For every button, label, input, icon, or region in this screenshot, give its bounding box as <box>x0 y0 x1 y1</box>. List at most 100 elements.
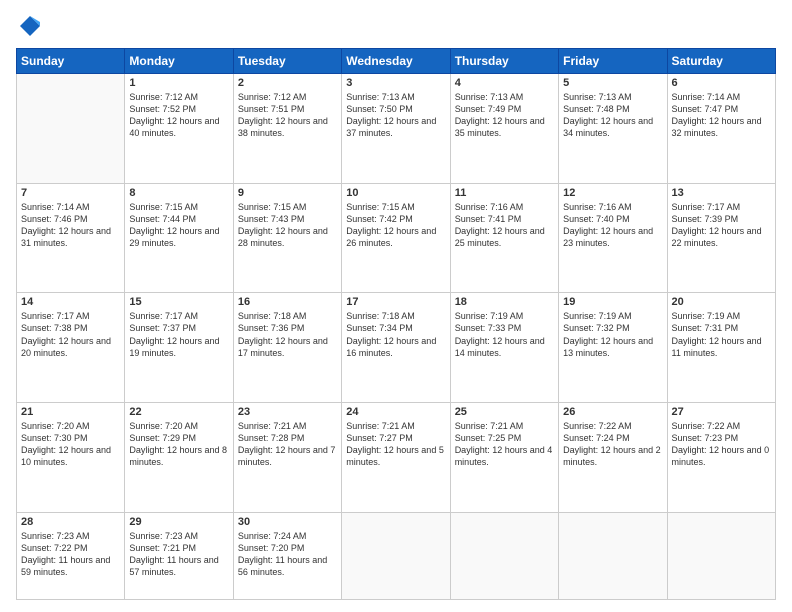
day-number: 18 <box>455 296 554 308</box>
weekday-header-saturday: Saturday <box>667 49 775 74</box>
day-info: Sunrise: 7:18 AMSunset: 7:34 PMDaylight:… <box>346 310 445 359</box>
calendar-cell: 23Sunrise: 7:21 AMSunset: 7:28 PMDayligh… <box>233 403 341 513</box>
day-number: 15 <box>129 296 228 308</box>
weekday-header-wednesday: Wednesday <box>342 49 450 74</box>
day-info: Sunrise: 7:24 AMSunset: 7:20 PMDaylight:… <box>238 530 337 579</box>
day-number: 11 <box>455 187 554 199</box>
calendar-cell: 18 Sunrise: 7:19 AMSunset: 7:33 PMDayligh… <box>450 293 558 403</box>
weekday-header-row: SundayMondayTuesdayWednesdayThursdayFrid… <box>17 49 776 74</box>
day-number: 13 <box>672 187 771 199</box>
day-info: Sunrise: 7:18 AMSunset: 7:36 PMDaylight:… <box>238 310 337 359</box>
day-info: Sunrise: 7:13 AMSunset: 7:50 PMDaylight:… <box>346 91 445 140</box>
day-number: 26 <box>563 406 662 418</box>
day-info: Sunrise: 7:12 AMSunset: 7:52 PMDaylight:… <box>129 91 228 140</box>
day-number: 1 <box>129 77 228 89</box>
calendar-cell: 29 Sunrise: 7:23 AMSunset: 7:21 PMDayligh… <box>125 512 233 599</box>
calendar-cell: 9 Sunrise: 7:15 AMSunset: 7:43 PMDaylight… <box>233 183 341 293</box>
day-info: Sunrise: 7:23 AMSunset: 7:22 PMDaylight:… <box>21 530 120 579</box>
calendar-cell: 26 Sunrise: 7:22 AMSunset: 7:24 PMDayligh… <box>559 403 667 513</box>
calendar-table: SundayMondayTuesdayWednesdayThursdayFrid… <box>16 48 776 600</box>
day-info: Sunrise: 7:15 AMSunset: 7:43 PMDaylight:… <box>238 201 337 250</box>
page: SundayMondayTuesdayWednesdayThursdayFrid… <box>0 0 792 612</box>
day-info: Sunrise: 7:19 AMSunset: 7:32 PMDaylight:… <box>563 310 662 359</box>
day-info: Sunrise: 7:21 AMSunset: 7:25 PMDaylight:… <box>455 420 554 469</box>
logo-icon <box>16 12 44 40</box>
day-number: 7 <box>21 187 120 199</box>
calendar-cell: 5 Sunrise: 7:13 AMSunset: 7:48 PMDaylight… <box>559 74 667 184</box>
logo <box>16 12 48 40</box>
day-number: 5 <box>563 77 662 89</box>
calendar-week-0: 1 Sunrise: 7:12 AMSunset: 7:52 PMDaylight… <box>17 74 776 184</box>
day-number: 29 <box>129 516 228 528</box>
day-number: 2 <box>238 77 337 89</box>
day-number: 19 <box>563 296 662 308</box>
day-info: Sunrise: 7:22 AMSunset: 7:23 PMDaylight:… <box>672 420 771 469</box>
day-info: Sunrise: 7:13 AMSunset: 7:49 PMDaylight:… <box>455 91 554 140</box>
day-info: Sunrise: 7:15 AMSunset: 7:42 PMDaylight:… <box>346 201 445 250</box>
weekday-header-thursday: Thursday <box>450 49 558 74</box>
day-info: Sunrise: 7:21 AMSunset: 7:28 PMDaylight:… <box>238 420 337 469</box>
calendar-cell: 25 Sunrise: 7:21 AMSunset: 7:25 PMDayligh… <box>450 403 558 513</box>
calendar-cell: 2 Sunrise: 7:12 AMSunset: 7:51 PMDaylight… <box>233 74 341 184</box>
day-number: 6 <box>672 77 771 89</box>
calendar-cell: 15 Sunrise: 7:17 AMSunset: 7:37 PMDayligh… <box>125 293 233 403</box>
calendar-cell <box>17 74 125 184</box>
calendar-cell <box>559 512 667 599</box>
day-info: Sunrise: 7:22 AMSunset: 7:24 PMDaylight:… <box>563 420 662 469</box>
day-info: Sunrise: 7:13 AMSunset: 7:48 PMDaylight:… <box>563 91 662 140</box>
day-number: 10 <box>346 187 445 199</box>
weekday-header-friday: Friday <box>559 49 667 74</box>
day-number: 27 <box>672 406 771 418</box>
day-info: Sunrise: 7:17 AMSunset: 7:39 PMDaylight:… <box>672 201 771 250</box>
day-number: 8 <box>129 187 228 199</box>
calendar-week-2: 14Sunrise: 7:17 AMSunset: 7:38 PMDayligh… <box>17 293 776 403</box>
day-number: 22 <box>129 406 228 418</box>
day-info: Sunrise: 7:19 AMSunset: 7:33 PMDaylight:… <box>455 310 554 359</box>
weekday-header-sunday: Sunday <box>17 49 125 74</box>
calendar-week-1: 7 Sunrise: 7:14 AMSunset: 7:46 PMDaylight… <box>17 183 776 293</box>
calendar-cell: 4 Sunrise: 7:13 AMSunset: 7:49 PMDaylight… <box>450 74 558 184</box>
day-info: Sunrise: 7:23 AMSunset: 7:21 PMDaylight:… <box>129 530 228 579</box>
day-number: 28 <box>21 516 120 528</box>
day-info: Sunrise: 7:17 AMSunset: 7:37 PMDaylight:… <box>129 310 228 359</box>
calendar-cell: 20 Sunrise: 7:19 AMSunset: 7:31 PMDayligh… <box>667 293 775 403</box>
day-info: Sunrise: 7:14 AMSunset: 7:47 PMDaylight:… <box>672 91 771 140</box>
calendar-cell: 16 Sunrise: 7:18 AMSunset: 7:36 PMDayligh… <box>233 293 341 403</box>
calendar-cell <box>342 512 450 599</box>
day-number: 3 <box>346 77 445 89</box>
calendar-cell: 6 Sunrise: 7:14 AMSunset: 7:47 PMDaylight… <box>667 74 775 184</box>
day-info: Sunrise: 7:19 AMSunset: 7:31 PMDaylight:… <box>672 310 771 359</box>
calendar-week-3: 21Sunrise: 7:20 AMSunset: 7:30 PMDayligh… <box>17 403 776 513</box>
day-number: 30 <box>238 516 337 528</box>
day-number: 20 <box>672 296 771 308</box>
calendar-cell: 11 Sunrise: 7:16 AMSunset: 7:41 PMDayligh… <box>450 183 558 293</box>
calendar-cell: 17Sunrise: 7:18 AMSunset: 7:34 PMDayligh… <box>342 293 450 403</box>
calendar-cell: 22Sunrise: 7:20 AMSunset: 7:29 PMDayligh… <box>125 403 233 513</box>
day-info: Sunrise: 7:14 AMSunset: 7:46 PMDaylight:… <box>21 201 120 250</box>
calendar-cell: 24Sunrise: 7:21 AMSunset: 7:27 PMDayligh… <box>342 403 450 513</box>
day-number: 9 <box>238 187 337 199</box>
calendar-cell: 7 Sunrise: 7:14 AMSunset: 7:46 PMDaylight… <box>17 183 125 293</box>
calendar-cell: 8Sunrise: 7:15 AMSunset: 7:44 PMDaylight… <box>125 183 233 293</box>
day-number: 4 <box>455 77 554 89</box>
day-number: 14 <box>21 296 120 308</box>
calendar-cell: 12Sunrise: 7:16 AMSunset: 7:40 PMDayligh… <box>559 183 667 293</box>
calendar-week-4: 28 Sunrise: 7:23 AMSunset: 7:22 PMDayligh… <box>17 512 776 599</box>
calendar-cell: 14Sunrise: 7:17 AMSunset: 7:38 PMDayligh… <box>17 293 125 403</box>
day-info: Sunrise: 7:12 AMSunset: 7:51 PMDaylight:… <box>238 91 337 140</box>
header <box>16 12 776 40</box>
calendar-cell: 3 Sunrise: 7:13 AMSunset: 7:50 PMDaylight… <box>342 74 450 184</box>
calendar-cell: 27 Sunrise: 7:22 AMSunset: 7:23 PMDayligh… <box>667 403 775 513</box>
day-number: 21 <box>21 406 120 418</box>
calendar-cell: 10 Sunrise: 7:15 AMSunset: 7:42 PMDayligh… <box>342 183 450 293</box>
calendar-cell: 13 Sunrise: 7:17 AMSunset: 7:39 PMDayligh… <box>667 183 775 293</box>
calendar-cell <box>667 512 775 599</box>
weekday-header-monday: Monday <box>125 49 233 74</box>
day-number: 16 <box>238 296 337 308</box>
calendar-cell: 21Sunrise: 7:20 AMSunset: 7:30 PMDayligh… <box>17 403 125 513</box>
day-number: 24 <box>346 406 445 418</box>
day-info: Sunrise: 7:16 AMSunset: 7:41 PMDaylight:… <box>455 201 554 250</box>
calendar-cell: 19 Sunrise: 7:19 AMSunset: 7:32 PMDayligh… <box>559 293 667 403</box>
day-number: 25 <box>455 406 554 418</box>
weekday-header-tuesday: Tuesday <box>233 49 341 74</box>
